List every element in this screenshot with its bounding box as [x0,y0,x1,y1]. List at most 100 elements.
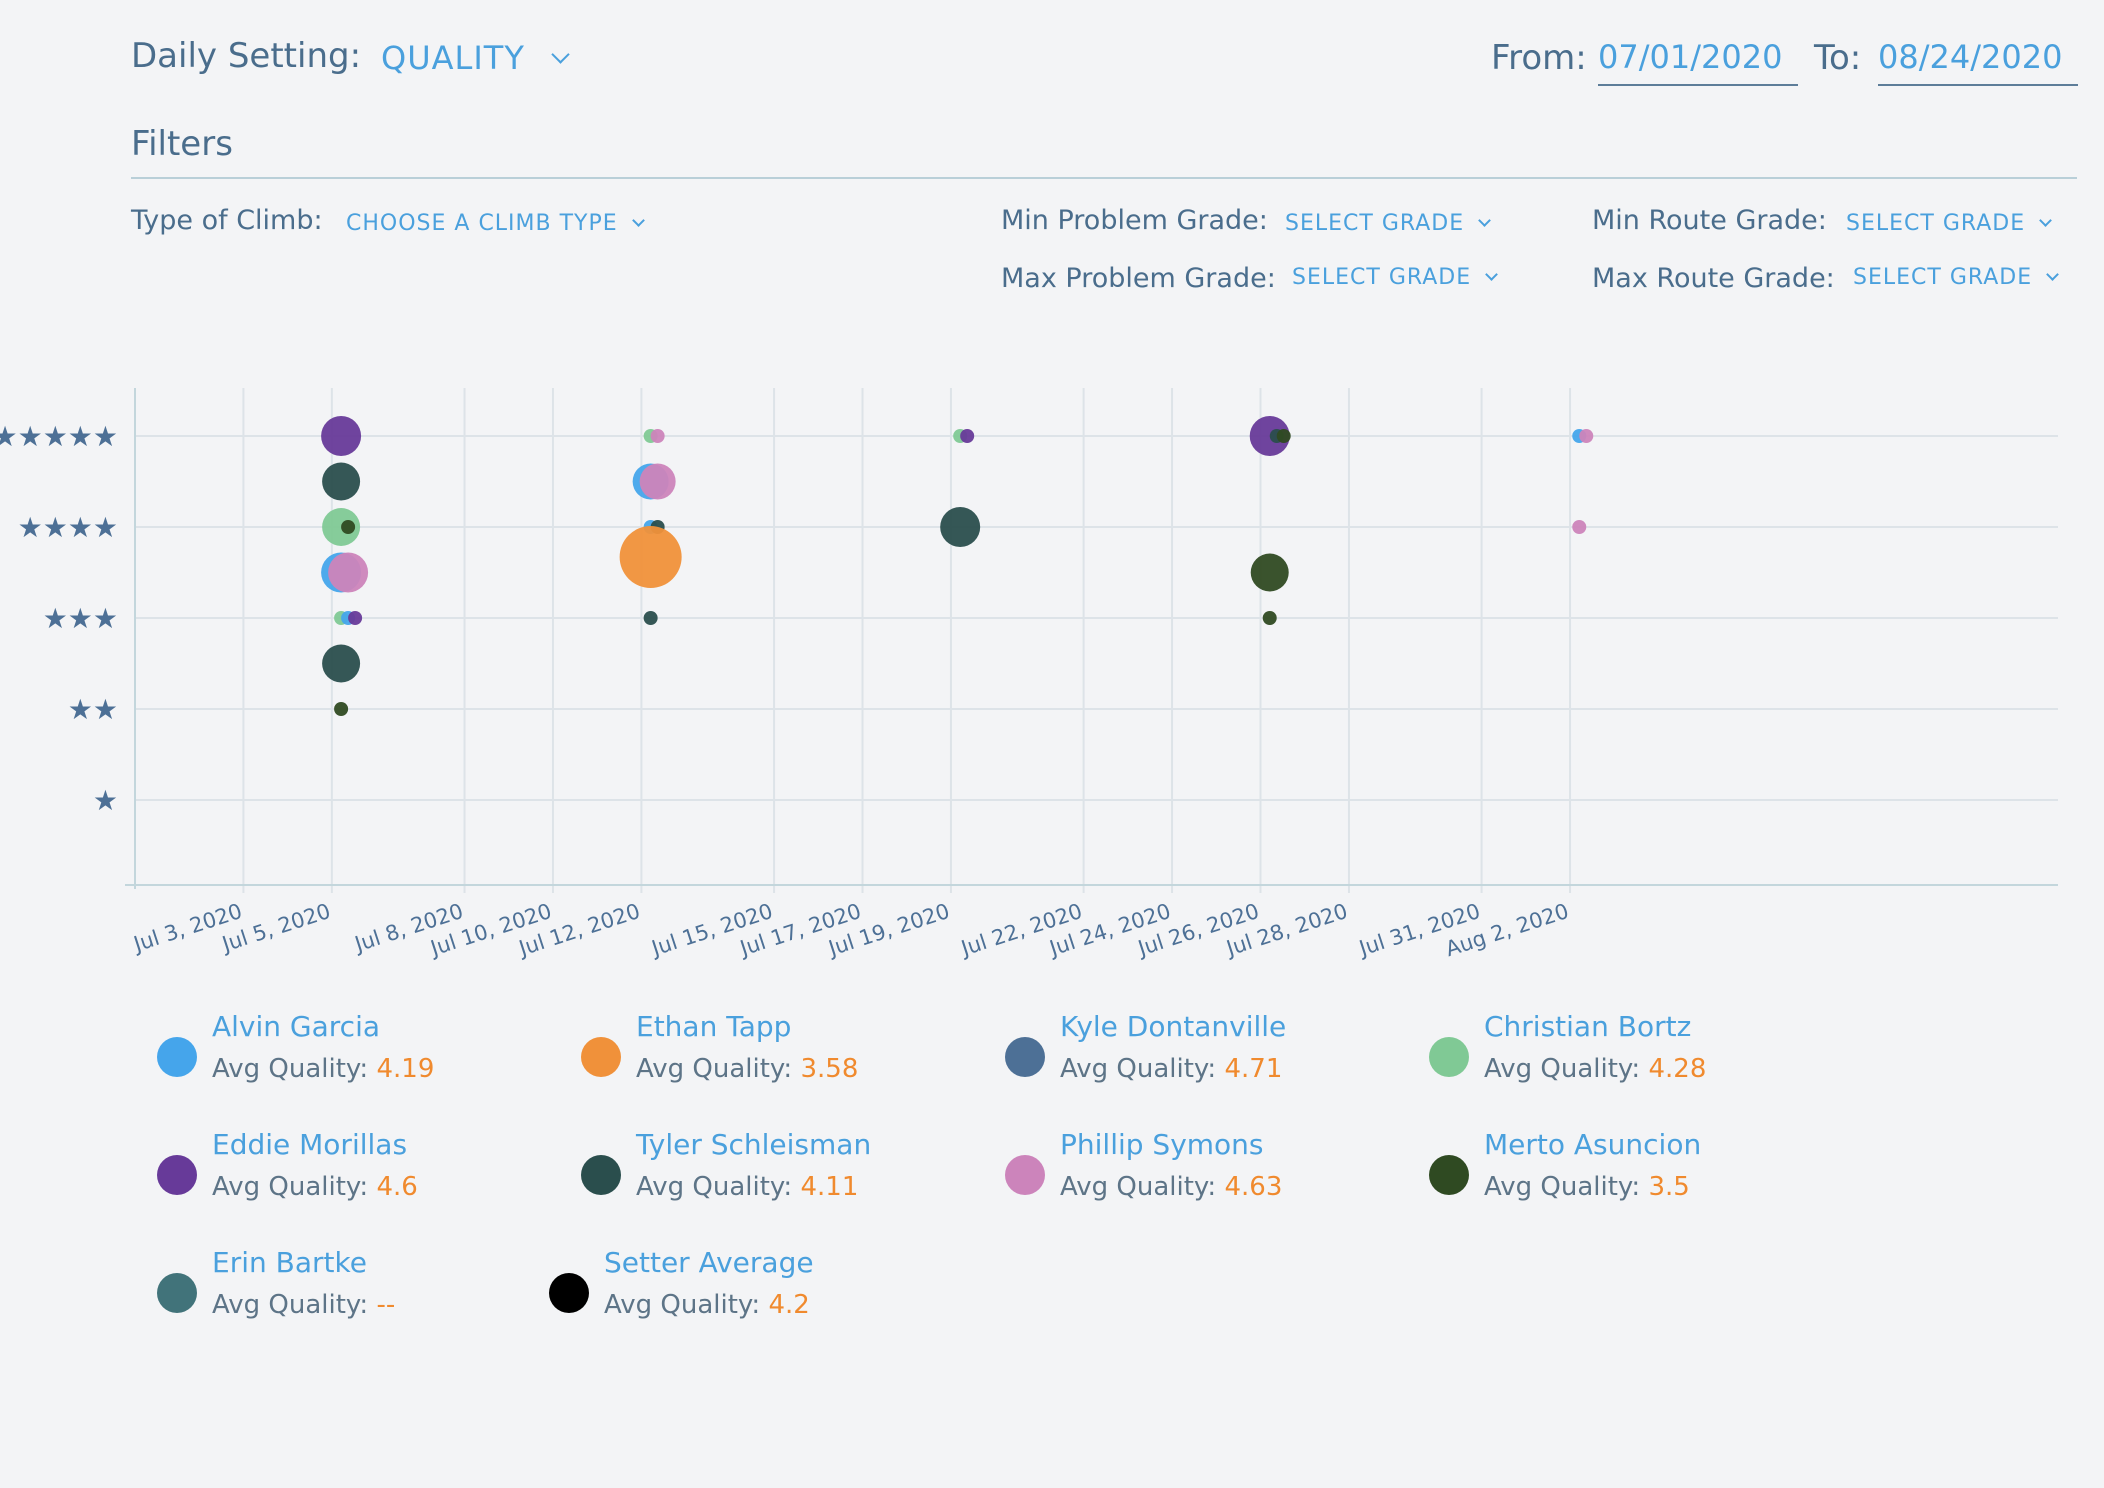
chart-points [321,416,1594,716]
max-problem-grade-dropdown[interactable]: SELECT GRADE [1292,265,1499,290]
avg-quality-value: 4.28 [1648,1054,1707,1084]
legend-setter-name[interactable]: Ethan Tapp [636,1010,791,1043]
legend-avg-quality: Avg Quality: 4.63 [1060,1172,1282,1202]
data-point [348,611,363,625]
legend-setter-name[interactable]: Christian Bortz [1484,1010,1691,1043]
climb-type-value: CHOOSE A CLIMB TYPE [346,211,618,236]
legend-avg-quality: Avg Quality: -- [212,1290,395,1320]
legend-color-dot [1005,1037,1045,1077]
min-route-grade-label: Min Route Grade: [1592,205,1827,236]
daily-setting-label: Daily Setting: [131,36,362,76]
legend-setter-name[interactable]: Eddie Morillas [212,1128,407,1161]
y-tick-label: ★★★ [43,602,118,635]
legend-avg-quality: Avg Quality: 4.11 [636,1172,858,1202]
legend-setter-name[interactable]: Kyle Dontanville [1060,1010,1286,1043]
data-point [322,644,361,683]
filters-divider [131,177,2077,179]
y-tick-label: ★ [93,784,118,817]
legend-color-dot [581,1037,621,1077]
min-route-grade-dropdown[interactable]: SELECT GRADE [1846,211,2053,236]
to-date-input[interactable]: 08/24/2020 [1878,38,2078,86]
data-point [940,507,981,547]
legend-setter-name[interactable]: Setter Average [604,1246,814,1279]
max-route-grade-label: Max Route Grade: [1592,263,1835,294]
climb-type-dropdown[interactable]: CHOOSE A CLIMB TYPE [346,211,645,236]
min-problem-grade-value: SELECT GRADE [1285,211,1465,236]
data-point [1250,553,1289,592]
legend-setter-name[interactable]: Erin Bartke [212,1246,367,1279]
legend-avg-quality: Avg Quality: 4.71 [1060,1054,1282,1084]
legend-setter-name[interactable]: Phillip Symons [1060,1128,1264,1161]
data-point [619,526,682,589]
data-point [1579,429,1594,443]
avg-quality-label: Avg Quality: [1060,1172,1225,1202]
min-route-grade-value: SELECT GRADE [1846,211,2026,236]
legend-setter-name[interactable]: Merto Asuncion [1484,1128,1701,1161]
chart-grid [135,388,2058,893]
legend-avg-quality: Avg Quality: 4.28 [1484,1054,1706,1084]
avg-quality-label: Avg Quality: [636,1172,801,1202]
avg-quality-value: 4.6 [376,1172,418,1202]
avg-quality-label: Avg Quality: [1060,1054,1225,1084]
legend-color-dot [157,1273,197,1313]
chevron-down-icon [551,45,570,64]
data-point [643,611,658,625]
max-route-grade-value: SELECT GRADE [1853,265,2033,290]
data-point [334,702,349,716]
avg-quality-label: Avg Quality: [212,1290,377,1320]
chevron-down-icon [2046,268,2060,281]
avg-quality-value: 4.11 [800,1172,859,1202]
max-route-grade-dropdown[interactable]: SELECT GRADE [1853,265,2060,290]
legend-color-dot [581,1155,621,1195]
max-problem-grade-value: SELECT GRADE [1292,265,1472,290]
chevron-down-icon [1478,214,1492,227]
data-point [960,429,975,443]
legend-avg-quality: Avg Quality: 4.19 [212,1054,434,1084]
avg-quality-value: 4.19 [376,1054,435,1084]
data-point [321,416,362,456]
quality-scatter-chart: Jul 3, 2020Jul 5, 2020 Jul 8, 2020Jul 10,… [0,388,2058,961]
avg-quality-label: Avg Quality: [212,1172,377,1202]
avg-quality-label: Avg Quality: [1484,1172,1649,1202]
avg-quality-label: Avg Quality: [604,1290,769,1320]
filters-title: Filters [131,124,233,164]
data-point [322,462,361,501]
legend-avg-quality: Avg Quality: 3.58 [636,1054,858,1084]
data-point [328,552,369,593]
y-tick-label: ★★ [68,693,118,726]
avg-quality-label: Avg Quality: [212,1054,377,1084]
avg-quality-label: Avg Quality: [636,1054,801,1084]
legend-color-dot [1429,1037,1469,1077]
data-point [639,463,676,500]
legend-color-dot [549,1273,589,1313]
chevron-down-icon [2039,214,2053,227]
legend-avg-quality: Avg Quality: 4.2 [604,1290,810,1320]
legend-color-dot [1429,1155,1469,1195]
y-tick-label: ★★★★★ [0,420,118,453]
daily-setting-dropdown[interactable]: QUALITY [381,39,570,77]
min-problem-grade-dropdown[interactable]: SELECT GRADE [1285,211,1492,236]
data-point [1276,429,1291,443]
from-label: From: [1491,38,1587,78]
chart-axes: Jul 3, 2020Jul 5, 2020 Jul 8, 2020Jul 10,… [0,388,2058,961]
avg-quality-value: 3.58 [800,1054,859,1084]
chevron-down-icon [1485,268,1499,281]
avg-quality-value: 4.71 [1224,1054,1283,1084]
min-problem-grade-label: Min Problem Grade: [1001,205,1268,236]
legend-color-dot [1005,1155,1045,1195]
legend-setter-name[interactable]: Tyler Schleisman [636,1128,871,1161]
max-problem-grade-label: Max Problem Grade: [1001,263,1276,294]
data-point [1572,520,1587,534]
avg-quality-label: Avg Quality: [1484,1054,1649,1084]
chevron-down-icon [631,214,645,227]
legend-avg-quality: Avg Quality: 3.5 [1484,1172,1690,1202]
legend-setter-name[interactable]: Alvin Garcia [212,1010,380,1043]
avg-quality-value: 4.63 [1224,1172,1283,1202]
from-date-input[interactable]: 07/01/2020 [1598,38,1798,86]
data-point [650,429,665,443]
climb-type-label: Type of Climb: [131,205,323,236]
legend-color-dot [157,1037,197,1077]
to-label: To: [1814,38,1862,78]
avg-quality-value: 4.2 [768,1290,810,1320]
avg-quality-value: 3.5 [1648,1172,1690,1202]
